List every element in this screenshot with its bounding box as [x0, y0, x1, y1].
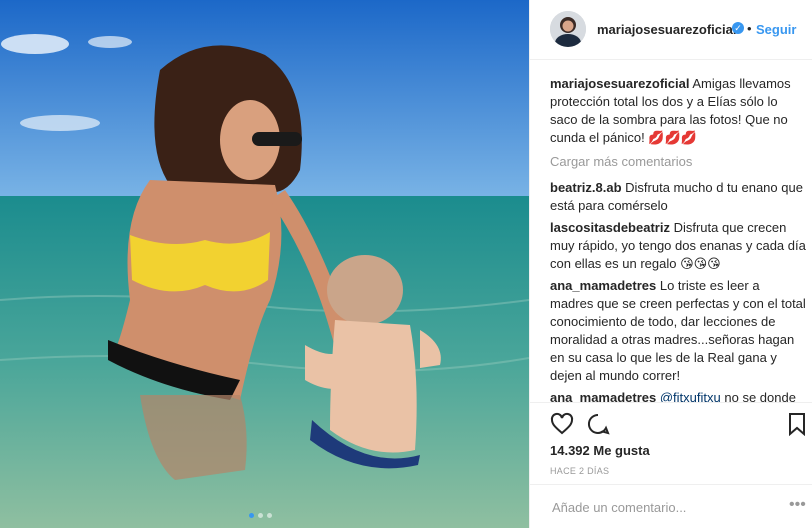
caption-username[interactable]: mariajosesuarezoficial: [550, 76, 689, 91]
comment-text: Lo triste es leer a madres que se creen …: [550, 278, 806, 383]
comment-username[interactable]: lascositasdebeatriz: [550, 220, 670, 235]
comment-mention-link[interactable]: @fitxufitxu: [660, 390, 721, 402]
verified-badge-icon: ✓: [732, 22, 744, 34]
comment-item: ana_mamadetres @fitxufitxu no se donde v…: [550, 389, 806, 402]
add-comment-bar: •••: [530, 484, 812, 528]
avatar[interactable]: [550, 11, 586, 47]
carousel-dot: [258, 513, 263, 518]
post-photo[interactable]: [0, 0, 529, 528]
post-header: mariajosesuarezoficial ✓ • Seguir: [530, 0, 812, 60]
beach-photo: [0, 0, 529, 528]
carousel-indicator: [249, 513, 272, 518]
comment-input[interactable]: [550, 499, 784, 516]
comment-item: beatriz.8.ab Disfruta mucho d tu enano q…: [550, 179, 806, 215]
post-actions: [530, 402, 812, 442]
like-count[interactable]: 14.392 Me gusta: [550, 443, 650, 458]
comment-username[interactable]: ana_mamadetres: [550, 278, 656, 293]
post-sidebar: mariajosesuarezoficial ✓ • Seguir mariaj…: [529, 0, 812, 528]
comment-item: lascositasdebeatriz Disfruta que crecen …: [550, 219, 806, 273]
carousel-dot: [267, 513, 272, 518]
comment-username[interactable]: beatriz.8.ab: [550, 180, 622, 195]
username-link[interactable]: mariajosesuarezoficial: [597, 22, 736, 37]
carousel-dot-active: [249, 513, 254, 518]
avatar-image: [550, 11, 586, 47]
instagram-post: mariajosesuarezoficial ✓ • Seguir mariaj…: [0, 0, 812, 528]
heart-icon[interactable]: [550, 412, 574, 436]
more-options-icon[interactable]: •••: [789, 496, 806, 514]
load-more-comments-button[interactable]: Cargar más comentarios: [550, 153, 806, 171]
comment-icon[interactable]: [586, 412, 610, 436]
follow-button[interactable]: Seguir: [756, 22, 796, 37]
separator: •: [747, 21, 752, 36]
caption: mariajosesuarezoficial Amigas llevamos p…: [550, 75, 806, 147]
comments-list[interactable]: mariajosesuarezoficial Amigas llevamos p…: [550, 75, 806, 402]
comment-username[interactable]: ana_mamadetres: [550, 390, 656, 402]
post-timestamp[interactable]: HACE 2 DÍAS: [550, 466, 609, 476]
comment-item: ana_mamadetres Lo triste es leer a madre…: [550, 277, 806, 385]
bookmark-icon[interactable]: [785, 412, 809, 436]
